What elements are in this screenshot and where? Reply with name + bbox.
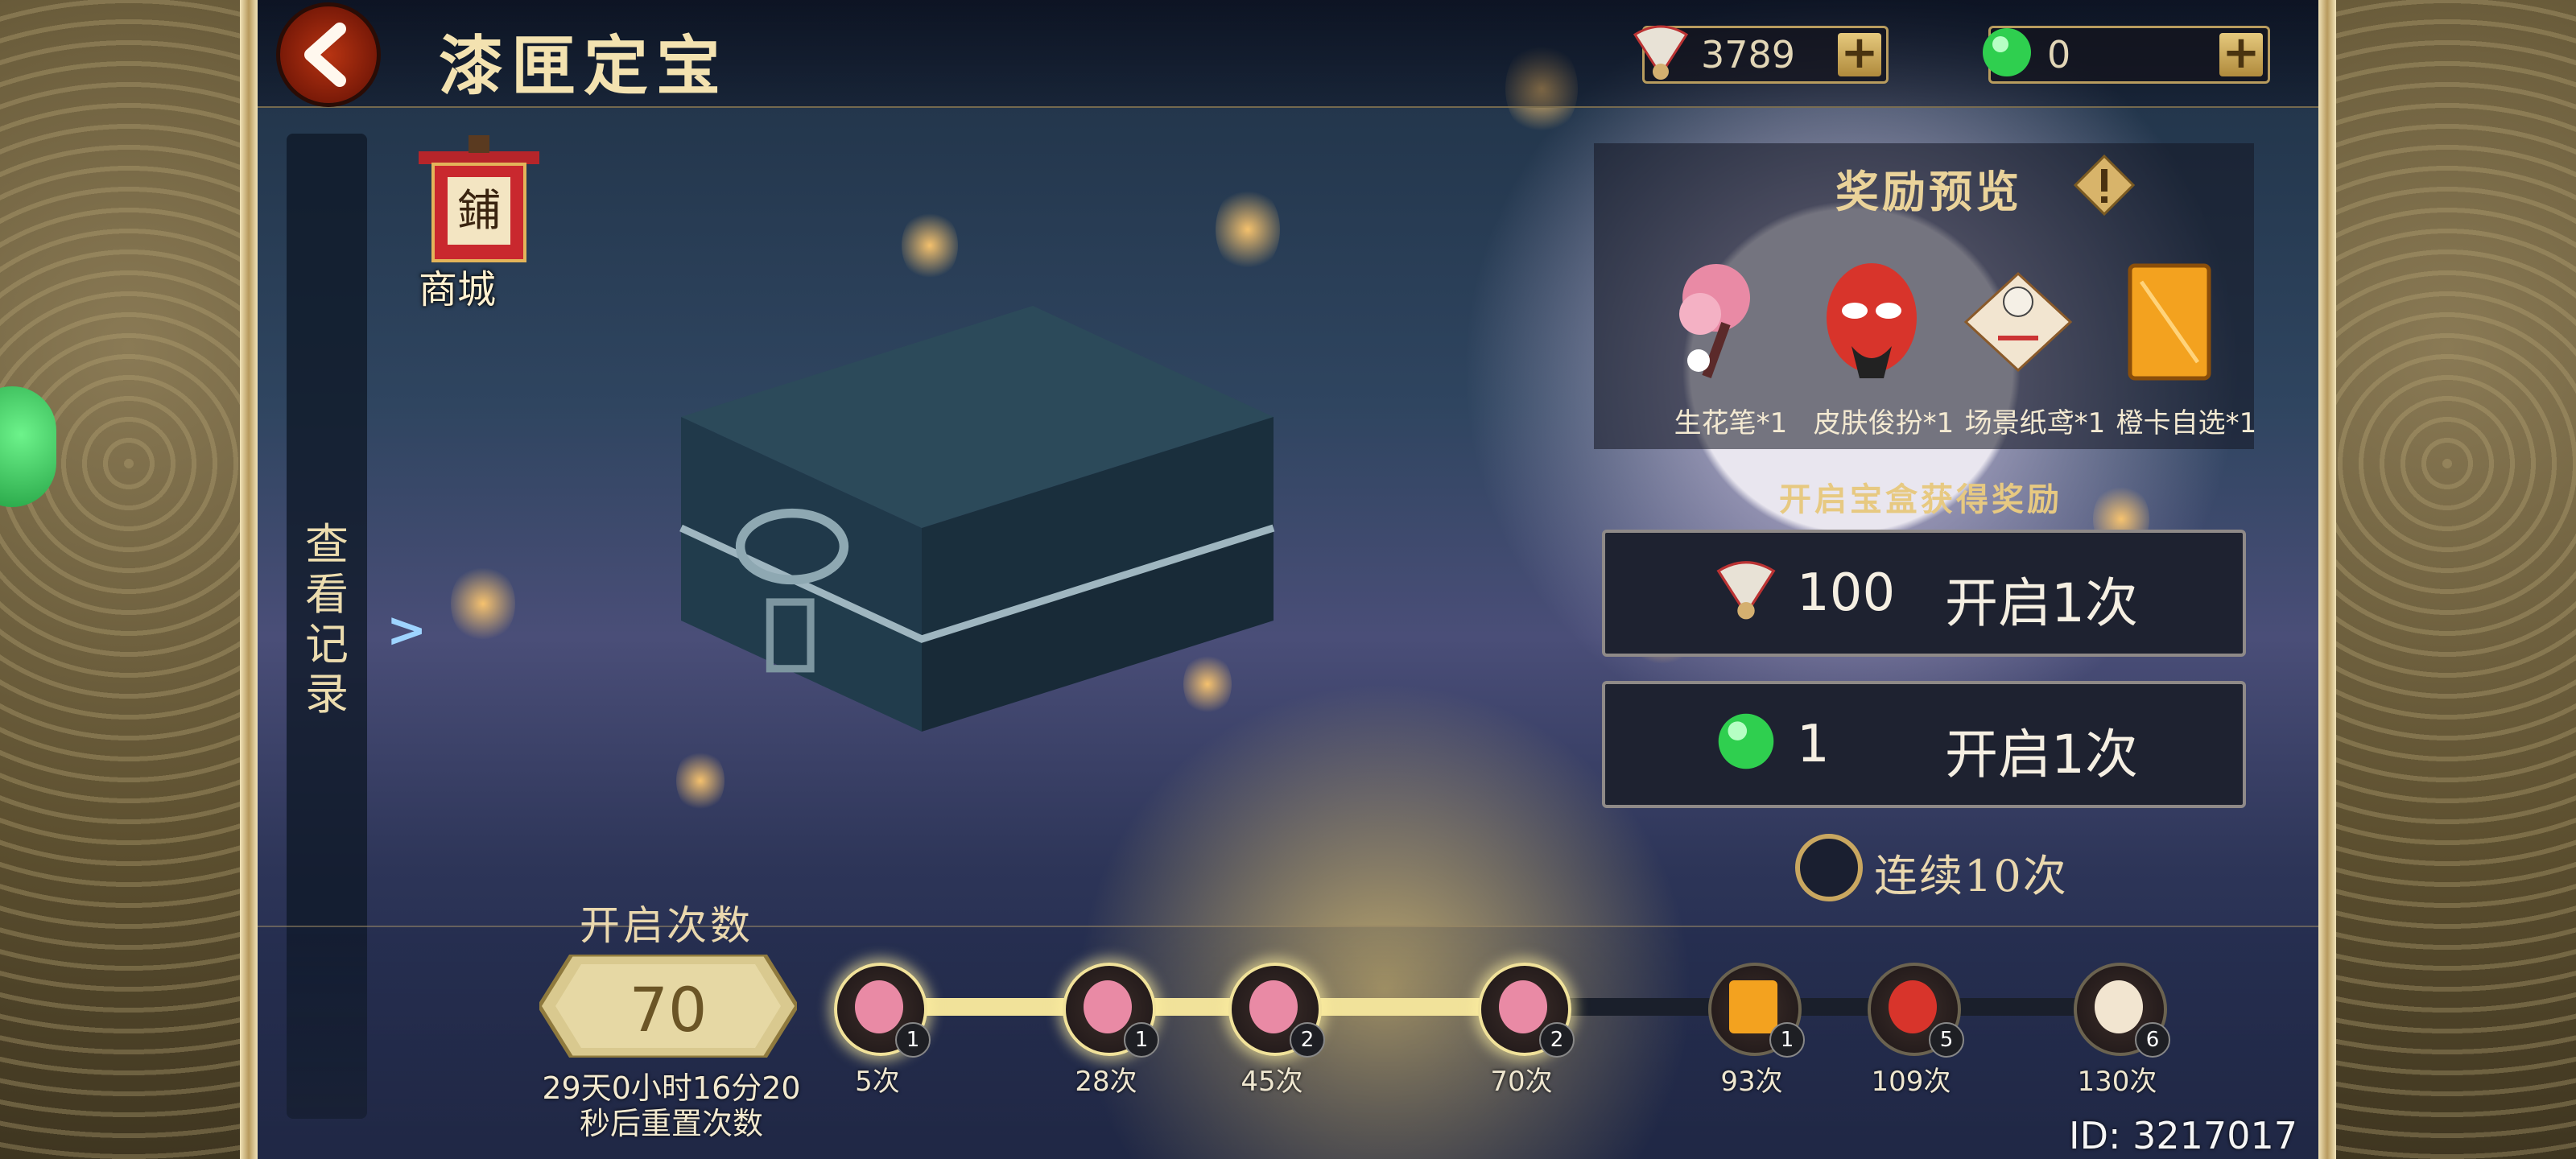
opera-mask-icon (1889, 980, 1937, 1033)
milestone-count-badge: 5 (1929, 1022, 1964, 1058)
add-currency-button[interactable]: + (2219, 31, 2263, 76)
shop-sign-text: 鋪 (457, 185, 501, 236)
continuous-toggle[interactable] (1795, 834, 1863, 901)
flower-brush-icon (1084, 980, 1132, 1033)
button-label: 开启1次 (1945, 572, 2138, 634)
currency-jade: 0 + (1983, 26, 2270, 84)
currency-fan: 3789 + (1633, 25, 1889, 84)
milestone-label: 130次 (2077, 1066, 2157, 1098)
reward-label: 生花笔*1 (1674, 407, 1788, 439)
frame-rim (240, 0, 258, 1159)
main-scene: 漆匣定宝 3789 + 0 + 查看记录 > 鋪 商城 奖励预览 生花笔*1 皮… (258, 0, 2318, 1159)
milestone-count-badge: 2 (1290, 1022, 1325, 1058)
progress-fill (877, 998, 1521, 1016)
flower-brush-icon (1249, 980, 1298, 1033)
dragon-pattern (2318, 0, 2576, 1159)
milestone-node[interactable]: 6 (2074, 963, 2170, 1058)
milestone-count-badge: 1 (895, 1022, 931, 1058)
orange-card-icon[interactable] (2101, 258, 2238, 386)
left-frame (0, 0, 258, 1159)
open-once-fan-button[interactable]: 100 开启1次 (1602, 530, 2246, 657)
button-price: 1 (1797, 715, 1830, 774)
milestone-count-badge: 2 (1539, 1022, 1575, 1058)
back-arrow-icon (304, 23, 346, 87)
lantern-light (451, 563, 515, 644)
currency-value: 3789 (1701, 33, 1796, 76)
milestone-count-badge: 1 (1769, 1022, 1805, 1058)
milestone-label: 109次 (1871, 1066, 1951, 1098)
rewards-preview-title: 奖励预览 (1835, 166, 2022, 217)
milestone-count-badge: 6 (2135, 1022, 2170, 1058)
right-frame (2318, 0, 2576, 1159)
paper-kite-icon[interactable] (1950, 258, 2087, 386)
user-id: ID: 3217017 (2069, 1114, 2297, 1157)
milestone-node[interactable]: 2 (1228, 963, 1325, 1058)
frame-rim (2318, 0, 2336, 1159)
milestone-count-badge: 1 (1124, 1022, 1159, 1058)
green-jade-icon (1718, 713, 1774, 769)
paper-kite-icon (2095, 980, 2143, 1033)
milestone-label: 93次 (1720, 1066, 1783, 1098)
flower-brush-icon (1499, 980, 1547, 1033)
shop-label[interactable]: 商城 (419, 258, 496, 314)
milestone-node[interactable]: 1 (1708, 963, 1805, 1058)
open-reward-label: 开启宝盒获得奖励 (1779, 481, 2062, 518)
lacquer-box-image[interactable] (644, 306, 1311, 861)
view-record-label: 查看记录 (305, 519, 349, 720)
milestone-label: 5次 (855, 1066, 900, 1098)
add-currency-button[interactable]: + (1838, 31, 1881, 76)
milestone-label: 45次 (1241, 1066, 1303, 1098)
flower-brush-icon (855, 980, 903, 1033)
green-jade-icon (1983, 28, 2031, 76)
lantern-light (1216, 185, 1280, 274)
milestone-label: 70次 (1490, 1066, 1553, 1098)
dragon-pattern (0, 0, 258, 1159)
milestone-node[interactable]: 1 (834, 963, 931, 1058)
opera-mask-icon[interactable] (1803, 258, 1940, 386)
lantern-light (902, 209, 958, 282)
top-bar: 漆匣定宝 3789 + 0 + (258, 0, 2318, 108)
feather-fan-icon (1633, 25, 1689, 80)
milestone-label: 28次 (1075, 1066, 1137, 1098)
back-button[interactable] (280, 6, 377, 103)
button-price: 100 (1797, 563, 1896, 623)
button-label: 开启1次 (1945, 724, 2138, 786)
milestone-node[interactable]: 5 (1868, 963, 1964, 1058)
reset-countdown: 29天0小时16分20秒后重置次数 (542, 1070, 801, 1141)
reward-label: 橙卡自选*1 (2116, 407, 2257, 439)
flower-brush-icon[interactable] (1652, 258, 1789, 386)
reward-label: 皮肤俊扮*1 (1813, 407, 1955, 439)
milestone-node[interactable]: 1 (1063, 963, 1159, 1058)
open-once-jade-button[interactable]: 1 开启1次 (1602, 681, 2246, 808)
orange-card-icon (1729, 980, 1777, 1033)
reward-label: 场景纸鸢*1 (1964, 407, 2106, 439)
milestone-node[interactable]: 2 (1478, 963, 1575, 1058)
open-count-title: 开启次数 (580, 902, 753, 949)
page-title: 漆匣定宝 (439, 28, 729, 104)
continuous-label[interactable]: 连续10次 (1874, 840, 2068, 904)
currency-value: 0 (2047, 33, 2071, 76)
info-diamond-icon[interactable] (2074, 155, 2135, 216)
expand-arrow-icon[interactable]: > (386, 602, 427, 658)
feather-fan-icon (1716, 561, 1776, 620)
open-count-value: 70 (629, 974, 708, 1046)
